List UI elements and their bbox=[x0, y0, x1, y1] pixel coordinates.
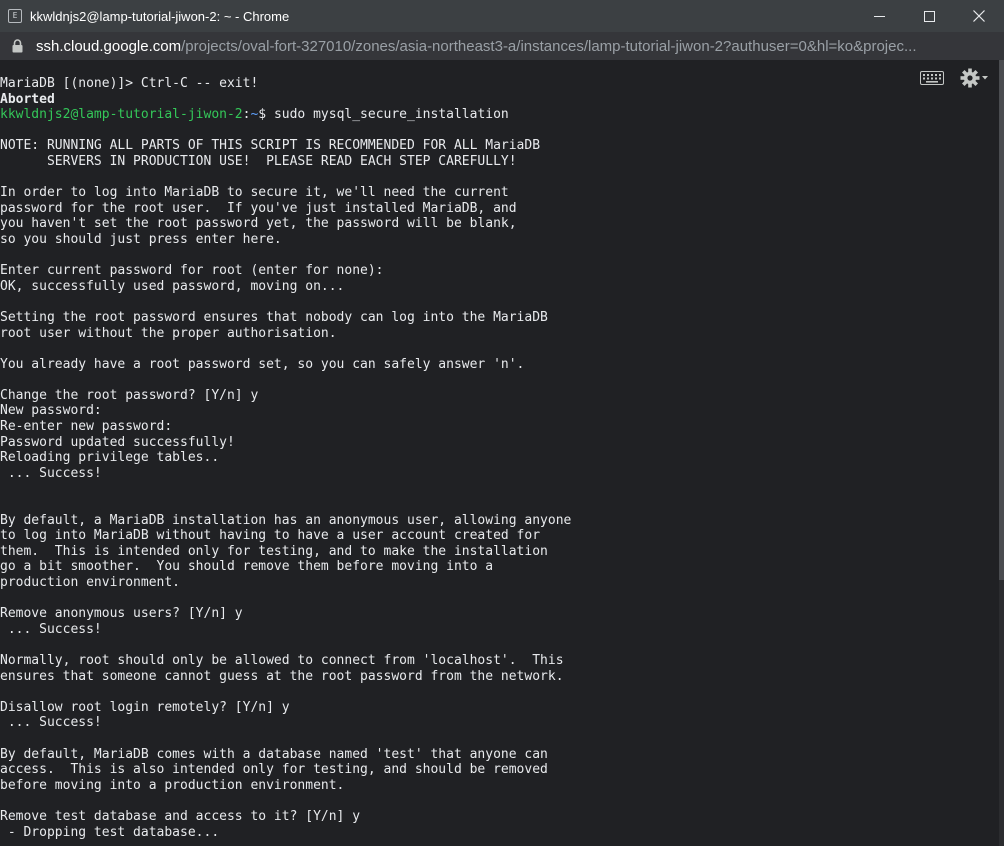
terminal-line: New password: bbox=[0, 403, 102, 419]
chrome-ssh-window: E kkwldnjs2@lamp-tutorial-jiwon-2: ~ - C… bbox=[0, 0, 1004, 846]
url-host: ssh.cloud.google.com bbox=[36, 37, 182, 55]
terminal-line: Remove anonymous users? [Y/n] y bbox=[0, 606, 243, 622]
terminal-toolbar bbox=[920, 68, 990, 88]
terminal-line: Change the root password? [Y/n] y bbox=[0, 387, 259, 403]
terminal-line: By default, MariaDB comes with a databas… bbox=[0, 746, 548, 762]
terminal-line: SERVERS IN PRODUCTION USE! PLEASE READ E… bbox=[0, 153, 517, 169]
terminal-line: Disallow root login remotely? [Y/n] y bbox=[0, 699, 290, 715]
close-button[interactable] bbox=[954, 0, 1004, 32]
scrollbar-thumb[interactable] bbox=[999, 60, 1004, 580]
terminal-line: You already have a root password set, so… bbox=[0, 356, 525, 372]
terminal-line: password for the root user. If you've ju… bbox=[0, 200, 517, 216]
maximize-button[interactable] bbox=[904, 0, 954, 32]
terminal-line: production environment. bbox=[0, 575, 181, 590]
terminal-line: - Dropping test database... bbox=[0, 824, 220, 840]
terminal-scrollbar[interactable] bbox=[999, 60, 1004, 846]
terminal-line: Aborted bbox=[0, 91, 55, 107]
prompt-end: $ bbox=[258, 107, 274, 123]
terminal-line: OK, successfully used password, moving o… bbox=[0, 278, 345, 294]
terminal-output: MariaDB [(none)]> Ctrl-C -- exit! Aborted… bbox=[0, 76, 571, 840]
prompt-line: kkwldnjs2@lamp-tutorial-jiwon-2:~$ sudo … bbox=[0, 107, 571, 123]
terminal-line: By default, a MariaDB installation has a… bbox=[0, 512, 572, 528]
terminal-line: NOTE: RUNNING ALL PARTS OF THIS SCRIPT I… bbox=[0, 138, 541, 154]
address-bar[interactable]: ssh.cloud.google.com/projects/oval-fort-… bbox=[0, 32, 1004, 61]
terminal-line: Normally, root should only be allowed to… bbox=[0, 652, 564, 668]
terminal-line: to log into MariaDB without having to ha… bbox=[0, 528, 541, 544]
terminal-line: In order to log into MariaDB to secure i… bbox=[0, 185, 509, 201]
terminal-line: ensures that someone cannot guess at the… bbox=[0, 668, 564, 684]
terminal-line: Reloading privilege tables.. bbox=[0, 450, 220, 466]
terminal-line: ... Success! bbox=[0, 621, 102, 637]
terminal-line: you haven't set the root password yet, t… bbox=[0, 216, 517, 232]
lock-icon[interactable] bbox=[12, 39, 24, 53]
terminal-line: root user without the proper authorisati… bbox=[0, 325, 337, 341]
command-text: sudo mysql_secure_installation bbox=[273, 107, 509, 123]
terminal-line: MariaDB [(none)]> Ctrl-C -- exit! bbox=[0, 76, 259, 91]
terminal-line: Enter current password for root (enter f… bbox=[0, 263, 384, 279]
minimize-button[interactable] bbox=[854, 0, 904, 32]
window-controls bbox=[854, 0, 1004, 32]
settings-gear-icon[interactable] bbox=[960, 68, 990, 88]
title-bar[interactable]: E kkwldnjs2@lamp-tutorial-jiwon-2: ~ - C… bbox=[0, 0, 1004, 32]
terminal-line: Re-enter new password: bbox=[0, 419, 173, 435]
maximize-icon bbox=[923, 10, 935, 22]
window-title: kkwldnjs2@lamp-tutorial-jiwon-2: ~ - Chr… bbox=[30, 8, 290, 24]
terminal-line: them. This is intended only for testing,… bbox=[0, 543, 548, 559]
url-path: /projects/oval-fort-327010/zones/asia-no… bbox=[181, 37, 917, 55]
terminal-line: ... Success! bbox=[0, 465, 102, 481]
prompt-user: kkwldnjs2@lamp-tutorial-jiwon-2 bbox=[0, 107, 243, 123]
terminal-line: access. This is also intended only for t… bbox=[0, 762, 548, 778]
terminal-app-icon: E bbox=[8, 9, 22, 23]
terminal-line: before moving into a production environm… bbox=[0, 777, 345, 793]
terminal-line: ... Success! bbox=[0, 715, 102, 731]
terminal-line: go a bit smoother. You should remove the… bbox=[0, 559, 494, 575]
terminal-line: so you should just press enter here. bbox=[0, 231, 282, 247]
terminal-line: Remove test database and access to it? [… bbox=[0, 808, 361, 824]
keyboard-icon[interactable] bbox=[920, 71, 944, 85]
minimize-icon bbox=[873, 15, 885, 17]
url-text[interactable]: ssh.cloud.google.com/projects/oval-fort-… bbox=[36, 38, 996, 55]
terminal-line: Password updated successfully! bbox=[0, 434, 235, 450]
app-icon-glyph: E bbox=[12, 11, 18, 20]
terminal-line: Setting the root password ensures that n… bbox=[0, 309, 548, 325]
close-icon bbox=[973, 10, 985, 22]
terminal-area[interactable]: MariaDB [(none)]> Ctrl-C -- exit! Aborted… bbox=[0, 60, 1004, 846]
